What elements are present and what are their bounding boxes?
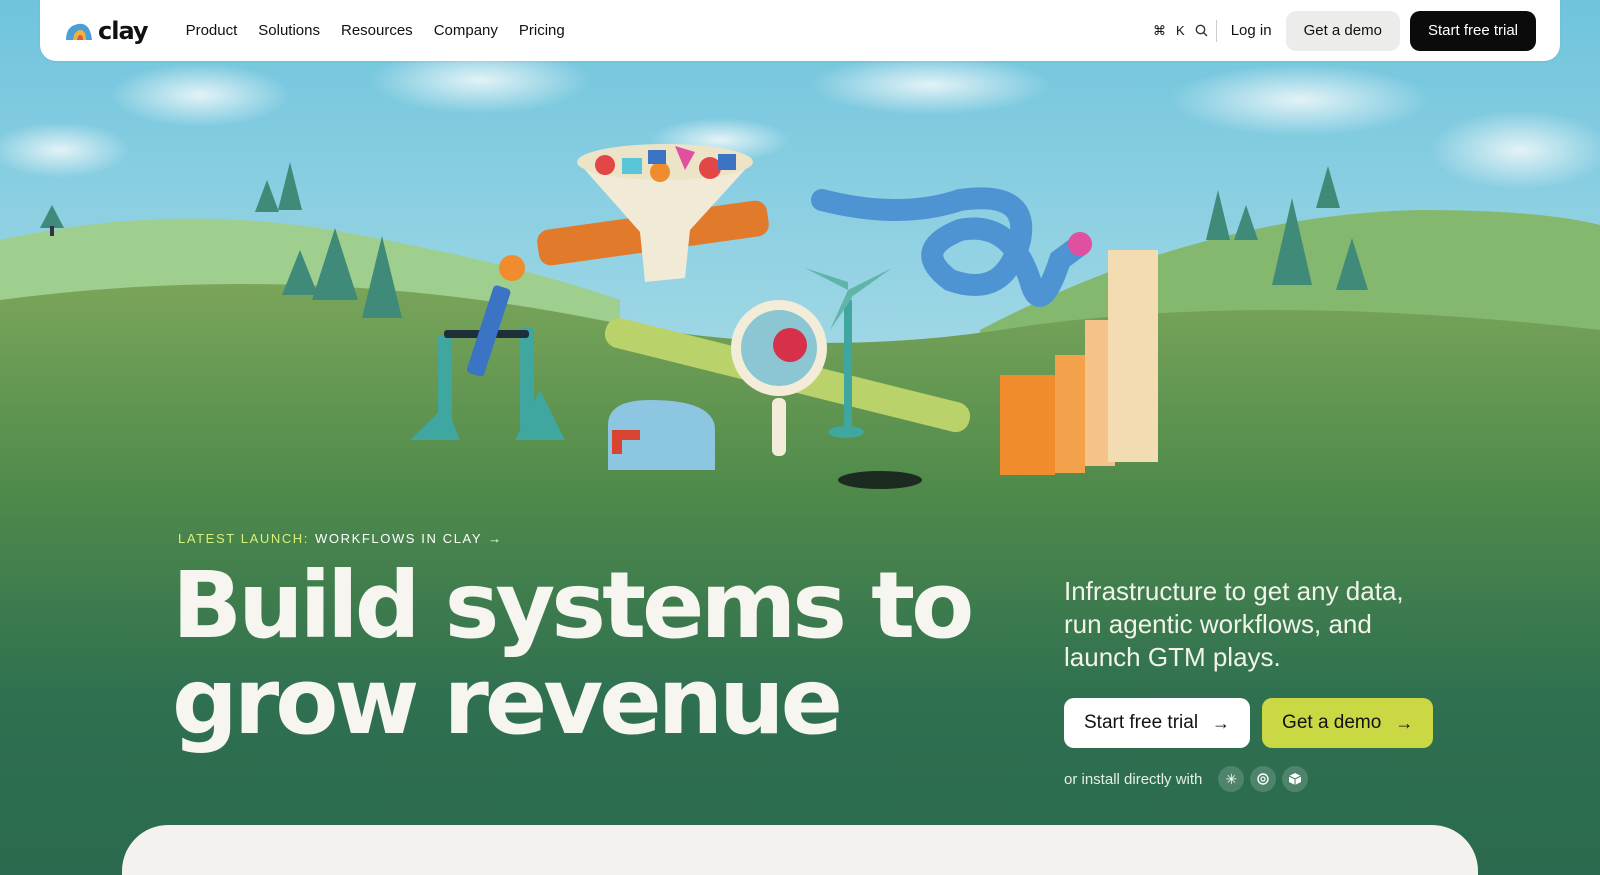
menu-item-solutions[interactable]: Solutions bbox=[258, 22, 320, 39]
launch-title: WORKFLOWS IN CLAY bbox=[315, 531, 483, 546]
logo-text: clay bbox=[98, 16, 149, 45]
latest-launch-link[interactable]: LATEST LAUNCH: WORKFLOWS IN CLAY → bbox=[178, 531, 503, 546]
hero-get-demo-label: Get a demo bbox=[1282, 712, 1382, 733]
hero-start-trial-label: Start free trial bbox=[1084, 712, 1199, 733]
clay-logo-icon bbox=[66, 23, 92, 40]
hero-cta-row: Start free trial → Get a demo → bbox=[1064, 698, 1434, 748]
mailbox-object bbox=[608, 400, 715, 470]
logo[interactable]: clay bbox=[64, 16, 149, 45]
hole bbox=[838, 471, 922, 489]
k-key: K bbox=[1176, 23, 1185, 38]
openai-icon[interactable] bbox=[1250, 766, 1277, 792]
arrow-right-icon: → bbox=[1395, 712, 1414, 733]
install-text: or install directly with bbox=[1064, 770, 1203, 788]
top-nav: clay Product Solutions Resources Company… bbox=[40, 0, 1560, 61]
arrow-right-icon: → bbox=[488, 531, 503, 546]
menu-item-resources[interactable]: Resources bbox=[341, 22, 413, 39]
search-shortcut[interactable]: ⌘ K bbox=[1153, 19, 1217, 42]
install-row: or install directly with ✳ bbox=[1064, 766, 1309, 792]
claude-icon[interactable]: ✳ bbox=[1218, 766, 1245, 792]
nav-actions: ⌘ K Log in Get a demo Start free trial bbox=[1153, 10, 1536, 51]
hero-start-trial-button[interactable]: Start free trial → bbox=[1064, 698, 1251, 748]
command-key: ⌘ bbox=[1153, 22, 1167, 38]
start-trial-button[interactable]: Start free trial bbox=[1409, 10, 1536, 51]
main-menu: Product Solutions Resources Company Pric… bbox=[186, 22, 565, 39]
next-section-card bbox=[122, 825, 1478, 875]
tube-end bbox=[1068, 232, 1092, 256]
arrow-right-icon: → bbox=[1212, 712, 1231, 733]
cube-icon[interactable] bbox=[1282, 766, 1309, 792]
hero-subtext: Infrastructure to get any data, run agen… bbox=[1064, 576, 1404, 672]
headline-line-2: grow revenue bbox=[172, 648, 843, 755]
login-link[interactable]: Log in bbox=[1231, 22, 1272, 39]
launch-label: LATEST LAUNCH: bbox=[178, 531, 310, 546]
headline-line-1: Build systems to bbox=[172, 552, 974, 659]
search-icon bbox=[1195, 24, 1208, 37]
hero-get-demo-button[interactable]: Get a demo → bbox=[1262, 698, 1434, 748]
menu-item-pricing[interactable]: Pricing bbox=[519, 22, 565, 39]
hero-headline: Build systems to grow revenue bbox=[172, 552, 974, 755]
menu-item-product[interactable]: Product bbox=[186, 22, 238, 39]
menu-item-company[interactable]: Company bbox=[434, 22, 498, 39]
get-demo-button[interactable]: Get a demo bbox=[1285, 10, 1400, 51]
